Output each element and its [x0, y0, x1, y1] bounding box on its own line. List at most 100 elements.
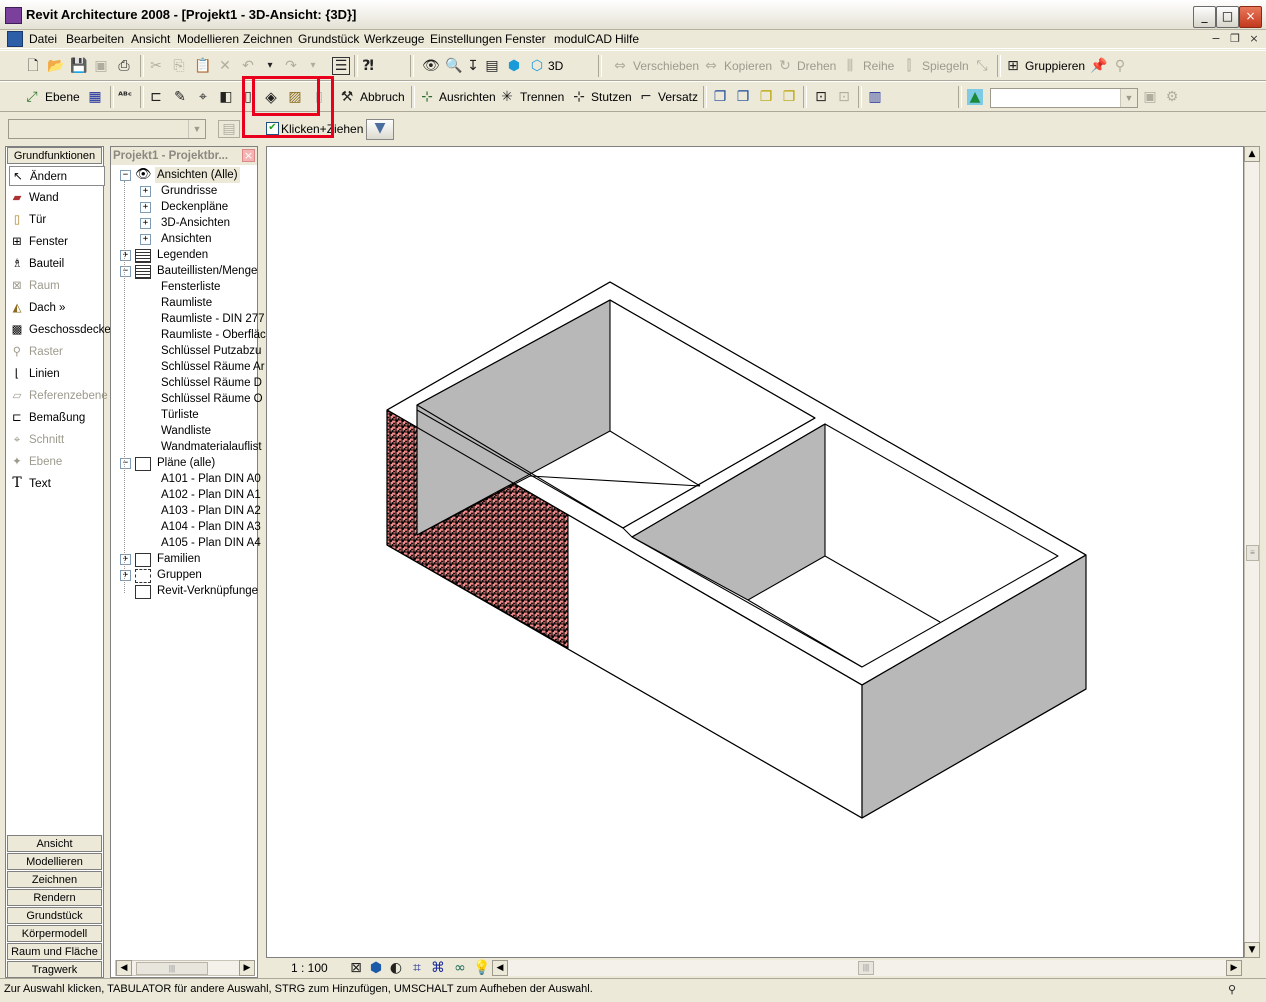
close-button[interactable]: ×: [1239, 6, 1262, 28]
browser-node[interactable]: + Gruppen: [111, 567, 257, 583]
crop-view-icon[interactable]: ⌗: [409, 960, 425, 976]
minimize-button[interactable]: _: [1193, 6, 1216, 28]
resize-icon[interactable]: ⤡: [974, 58, 990, 74]
redo-icon[interactable]: ↷: [283, 58, 299, 74]
open-folder-icon[interactable]: 📂: [47, 58, 64, 74]
design-item-wand[interactable]: ▰ Wand: [9, 188, 103, 206]
scroll-up-icon[interactable]: ▲: [1244, 146, 1260, 162]
zoom-icon[interactable]: 🔍: [445, 58, 462, 74]
offset-button[interactable]: Versatz: [658, 90, 698, 104]
browser-node[interactable]: Wandliste: [111, 423, 257, 439]
canvas-scroll-right-icon[interactable]: ▶: [1226, 960, 1242, 976]
browser-node[interactable]: A103 - Plan DIN A2: [111, 503, 261, 519]
tab-rendern[interactable]: Rendern: [7, 889, 102, 906]
collapse-icon[interactable]: −: [120, 170, 131, 181]
browser-node[interactable]: + Grundrisse: [111, 183, 257, 199]
eyedropper-icon[interactable]: ✎: [172, 89, 188, 105]
menu-hilfe[interactable]: Hilfe: [615, 32, 639, 46]
print-icon[interactable]: ⎙: [116, 58, 132, 74]
tab-grundstueck[interactable]: Grundstück: [7, 907, 102, 924]
mdi-minimize-icon[interactable]: −: [1208, 32, 1224, 46]
browser-node[interactable]: + Deckenpläne: [111, 199, 257, 215]
browser-node[interactable]: + Ansichten: [111, 231, 257, 247]
new-file-icon[interactable]: 🗋: [25, 58, 41, 74]
render-options-icon[interactable]: ⚙: [1164, 89, 1180, 105]
dimension-tool-icon[interactable]: ⊏: [148, 89, 164, 105]
edit-group-icon[interactable]: ⊡: [836, 89, 852, 105]
mirror-button[interactable]: Spiegeln: [922, 59, 969, 73]
menu-datei[interactable]: Datei: [29, 32, 57, 46]
trim-button[interactable]: Stutzen: [591, 90, 632, 104]
paste-level-icon[interactable]: ❐: [758, 89, 774, 105]
browser-node[interactable]: − 👁 Ansichten (Alle): [111, 167, 257, 183]
grid-pattern-icon[interactable]: ▦: [87, 89, 103, 105]
tab-koerpermodell[interactable]: Körpermodell: [7, 925, 102, 942]
menu-modellieren[interactable]: Modellieren: [177, 32, 239, 46]
design-item-tuer[interactable]: ▯ Tür: [9, 210, 103, 228]
menu-fenster[interactable]: Fenster: [505, 32, 546, 46]
scene-combo[interactable]: ▼: [990, 88, 1138, 108]
expand-icon[interactable]: +: [140, 218, 151, 229]
drawing-canvas[interactable]: [266, 146, 1244, 958]
cut-icon[interactable]: ✂: [148, 58, 164, 74]
delete-x-icon[interactable]: ✕: [217, 58, 233, 74]
browser-node[interactable]: Raumliste: [111, 295, 257, 311]
browser-node[interactable]: Revit-Verknüpfunge: [111, 583, 258, 599]
view-scale[interactable]: 1 : 100: [291, 961, 328, 975]
element-properties-icon[interactable]: ▤: [218, 120, 240, 138]
browser-node[interactable]: Schlüssel Räume D: [111, 375, 262, 391]
expand-icon[interactable]: +: [120, 250, 131, 261]
vscroll-thumb[interactable]: ≡: [1246, 545, 1259, 561]
design-item-text[interactable]: T Text: [9, 474, 103, 492]
browser-close-icon[interactable]: ×: [242, 149, 255, 162]
browser-node[interactable]: +3D-Ansichten: [111, 215, 257, 231]
copy-clipboard-icon[interactable]: ❐: [712, 89, 728, 105]
mdi-restore-icon[interactable]: ❐: [1227, 32, 1243, 46]
design-item-ebene[interactable]: ✦ Ebene: [9, 452, 103, 470]
paste-aligned-icon[interactable]: ❐: [735, 89, 751, 105]
status-filter-icon[interactable]: ⚲: [1224, 982, 1240, 998]
lock-pin-icon[interactable]: 📌: [1090, 58, 1107, 74]
level-button[interactable]: Ebene: [45, 90, 80, 104]
detail-level-icon[interactable]: ⊠: [348, 960, 364, 976]
design-item-geschossdecke[interactable]: ▩ Geschossdecke: [9, 320, 111, 338]
browser-node[interactable]: A104 - Plan DIN A3: [111, 519, 261, 535]
menu-ansicht[interactable]: Ansicht: [131, 32, 170, 46]
menu-zeichnen[interactable]: Zeichnen: [243, 32, 292, 46]
lightbulb-icon[interactable]: 💡: [473, 960, 490, 976]
canvas-scroll-left-icon[interactable]: ◀: [492, 960, 508, 976]
tab-raum-und-flaeche[interactable]: Raum und Fläche: [7, 943, 102, 960]
save-icon[interactable]: 💾: [70, 58, 87, 74]
menu-bearbeiten[interactable]: Bearbeiten: [66, 32, 124, 46]
create-similar-icon[interactable]: ⊡: [813, 89, 829, 105]
tab-grundfunktionen[interactable]: Grundfunktionen: [7, 147, 102, 164]
properties-icon[interactable]: ☰: [332, 57, 350, 75]
design-item-dach[interactable]: ◭ Dach »: [9, 298, 103, 316]
menu-einstellungen[interactable]: Einstellungen: [430, 32, 502, 46]
design-item-raster[interactable]: ⚲ Raster: [9, 342, 103, 360]
tab-modellieren[interactable]: Modellieren: [7, 853, 102, 870]
menu-grundstueck[interactable]: Grundstück: [298, 32, 359, 46]
browser-node[interactable]: Wandmaterialauflist: [111, 439, 262, 455]
design-item-bauteil[interactable]: ♗ Bauteil: [9, 254, 103, 272]
align-button[interactable]: Ausrichten: [439, 90, 496, 104]
browser-node[interactable]: Schlüssel Räume O: [111, 391, 263, 407]
group-button[interactable]: Gruppieren: [1025, 59, 1085, 73]
tab-tragwerk[interactable]: Tragwerk: [7, 961, 102, 978]
design-item-aendern[interactable]: ↖ Ändern: [9, 166, 105, 186]
save-all-icon[interactable]: ▣: [93, 58, 109, 74]
browser-node[interactable]: Raumliste - DIN 277: [111, 311, 265, 327]
hscroll-thumb[interactable]: |||: [858, 961, 874, 975]
design-item-linien[interactable]: ⌊ Linien: [9, 364, 103, 382]
menu-werkzeuge[interactable]: Werkzeuge: [364, 32, 424, 46]
browser-node[interactable]: Fensterliste: [111, 279, 257, 295]
default-3d-view-icon[interactable]: ⬡: [529, 58, 545, 74]
scroll-right-icon[interactable]: ▶: [239, 960, 255, 976]
browser-node[interactable]: Raumliste - Oberfläc: [111, 327, 266, 343]
browser-node[interactable]: + Familien: [111, 551, 257, 567]
design-item-raum[interactable]: ⊠ Raum: [9, 276, 103, 294]
expand-icon[interactable]: +: [140, 202, 151, 213]
design-item-bemassung[interactable]: ⊏ Bemaßung: [9, 408, 103, 426]
revit-app-icon[interactable]: [5, 7, 22, 24]
spell-check-icon[interactable]: ᴬᴮᶜ: [117, 89, 133, 105]
